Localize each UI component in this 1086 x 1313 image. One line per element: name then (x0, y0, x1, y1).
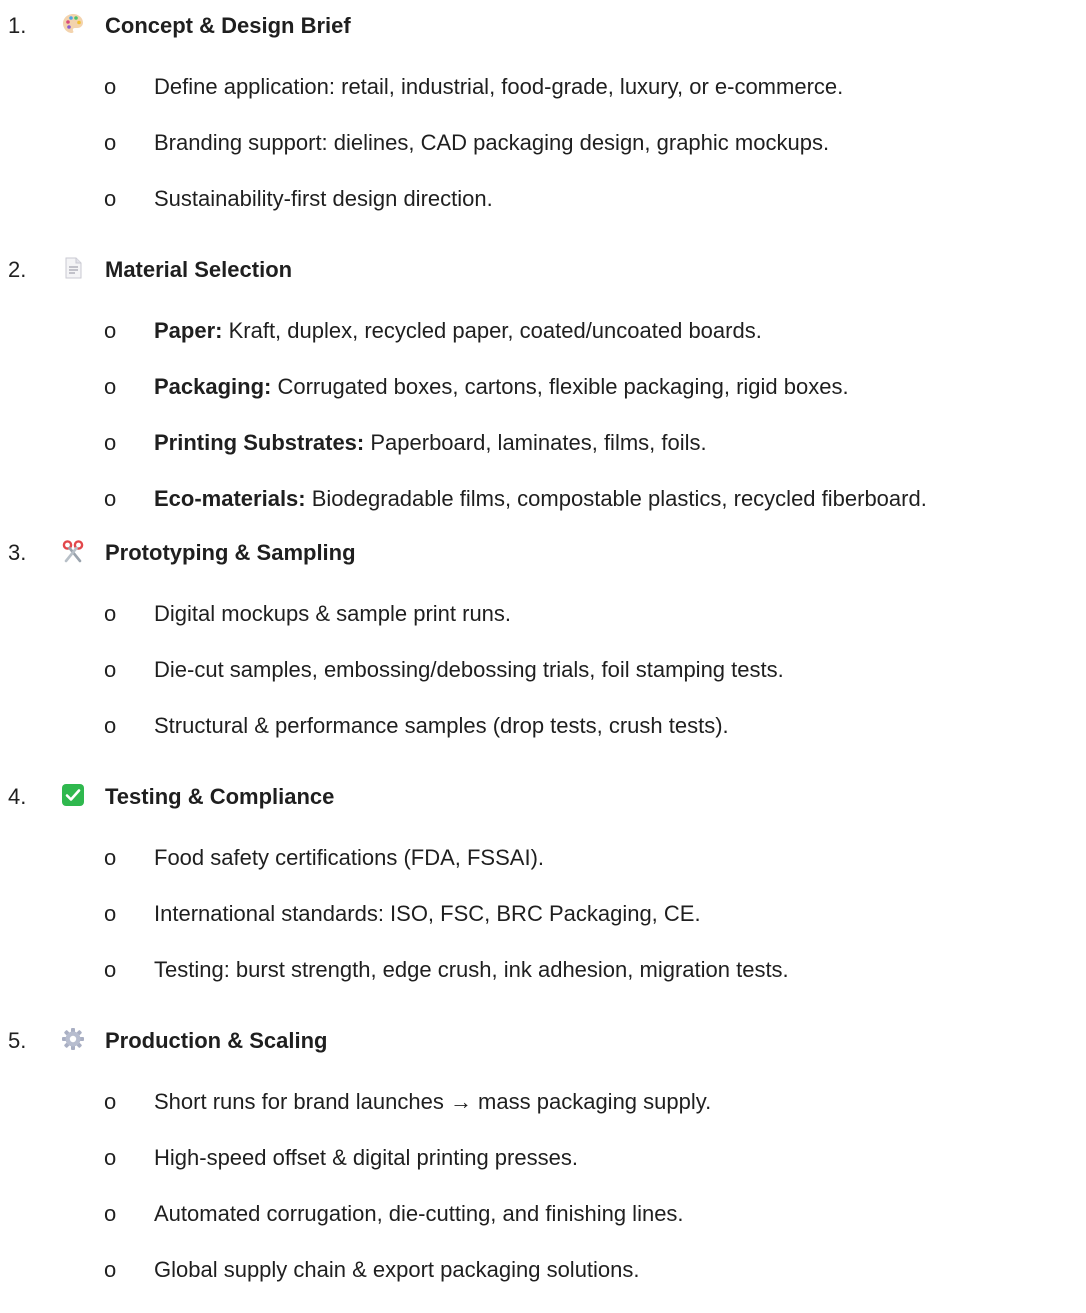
list-item-body: High-speed offset & digital printing pre… (154, 1145, 578, 1170)
list-item: o Branding support: dielines, CAD packagi… (0, 121, 1086, 161)
list-item-text: Sustainability-first design direction. (154, 186, 493, 212)
section-heading: 5. Production & Scaling (0, 1019, 1086, 1059)
list-item-body: Biodegradable films, compostable plastic… (305, 486, 927, 511)
bullet-marker: o (104, 430, 117, 455)
list-item-text: Global supply chain & export packaging s… (154, 1257, 640, 1283)
bullet-marker: o (104, 486, 117, 511)
bullet-marker: o (104, 74, 117, 99)
bullet-marker: o (104, 318, 117, 343)
list-item-body: Automated corrugation, die-cutting, and … (154, 1201, 684, 1226)
section-title: Production & Scaling (105, 1028, 328, 1053)
list-item: o Packaging: Corrugated boxes, cartons, f… (0, 365, 1086, 405)
list-item: o Global supply chain & export packaging … (0, 1248, 1086, 1288)
bullet-marker: o (104, 1201, 117, 1226)
list-item-label: Paper: (154, 318, 223, 343)
list-item-body: Testing: burst strength, edge crush, ink… (154, 957, 789, 982)
list-item: o Structural & performance samples (drop … (0, 704, 1086, 744)
list-item: o Paper: Kraft, duplex, recycled paper, c… (0, 309, 1086, 349)
list-item: o Testing: burst strength, edge crush, in… (0, 948, 1086, 988)
list-item-body: Die-cut samples, embossing/debossing tri… (154, 657, 784, 682)
section-title: Concept & Design Brief (105, 13, 351, 38)
list-item-body: International standards: ISO, FSC, BRC P… (154, 901, 701, 926)
list-item-text: Short runs for brand launches → mass pac… (154, 1089, 711, 1115)
list-item-text: Branding support: dielines, CAD packagin… (154, 130, 829, 156)
list-item-body: Kraft, duplex, recycled paper, coated/un… (222, 318, 762, 343)
scissors-icon (61, 539, 85, 563)
list-item-body: Food safety certifications (FDA, FSSAI). (154, 845, 545, 870)
palette-icon (61, 12, 85, 36)
list-item-text: Structural & performance samples (drop t… (154, 713, 729, 739)
section-number: 4. (8, 784, 27, 809)
bullet-marker: o (104, 957, 117, 982)
list-item-body: Paperboard, laminates, films, foils. (364, 430, 707, 455)
list-item-body: Digital mockups & sample print runs. (154, 601, 512, 626)
list-item: o Short runs for brand launches → mass pa… (0, 1080, 1086, 1120)
bullet-marker: o (104, 130, 117, 155)
list-item-body: Branding support: dielines, CAD packagin… (154, 130, 830, 155)
list-item-body: Short runs for brand launches → mass pac… (154, 1089, 712, 1114)
list-item: o Die-cut samples, embossing/debossing tr… (0, 648, 1086, 688)
list-item-text: Testing: burst strength, edge crush, ink… (154, 957, 789, 983)
list-item-body: Structural & performance samples (drop t… (154, 713, 729, 738)
bullet-marker: o (104, 713, 117, 738)
list-item-text: Paper: Kraft, duplex, recycled paper, co… (154, 318, 762, 344)
section-number: 5. (8, 1028, 27, 1053)
list-item: o Printing Substrates: Paperboard, lamina… (0, 421, 1086, 461)
list-item-text: Printing Substrates: Paperboard, laminat… (154, 430, 707, 456)
section-number: 2. (8, 257, 27, 282)
list-item: o International standards: ISO, FSC, BRC … (0, 892, 1086, 932)
section-heading: 3. Prototyping & Sampling (0, 531, 1086, 571)
list-item-label: Printing Substrates: (154, 430, 365, 455)
bullet-marker: o (104, 374, 117, 399)
bullet-marker: o (104, 901, 117, 926)
list-item: o Digital mockups & sample print runs. (0, 592, 1086, 632)
list-item: o Food safety certifications (FDA, FSSAI)… (0, 836, 1086, 876)
list-item-text: Automated corrugation, die-cutting, and … (154, 1201, 684, 1227)
list-item-body: Define application: retail, industrial, … (154, 74, 844, 99)
list-item-text: International standards: ISO, FSC, BRC P… (154, 901, 701, 927)
section-title: Prototyping & Sampling (105, 540, 356, 565)
bullet-marker: o (104, 601, 117, 626)
list-item: o Eco-materials: Biodegradable films, com… (0, 477, 1086, 517)
list-item-text: Food safety certifications (FDA, FSSAI). (154, 845, 544, 871)
list-item-label: Packaging: (154, 374, 272, 399)
section-heading: 4. Testing & Compliance (0, 775, 1086, 815)
list-item-text: Digital mockups & sample print runs. (154, 601, 511, 627)
section-number: 1. (8, 13, 27, 38)
bullet-marker: o (104, 845, 117, 870)
list-item-text: Define application: retail, industrial, … (154, 74, 843, 100)
section-number: 3. (8, 540, 27, 565)
list-item-text: High-speed offset & digital printing pre… (154, 1145, 578, 1171)
bullet-marker: o (104, 186, 117, 211)
list-item: o Sustainability-first design direction. (0, 177, 1086, 217)
list-item-label: Eco-materials: (154, 486, 306, 511)
list-item-body: Corrugated boxes, cartons, flexible pack… (271, 374, 849, 399)
bullet-marker: o (104, 1257, 117, 1282)
gear-icon (61, 1027, 85, 1051)
check-mark-icon (61, 783, 85, 807)
bullet-marker: o (104, 1089, 117, 1114)
bullet-marker: o (104, 657, 117, 682)
section-title: Material Selection (105, 257, 293, 282)
section-heading: 1. Concept & Design Brief (0, 4, 1086, 44)
list-item: o Define application: retail, industrial,… (0, 65, 1086, 105)
list-item-body: Global supply chain & export packaging s… (154, 1257, 640, 1282)
list-item-text: Packaging: Corrugated boxes, cartons, fl… (154, 374, 849, 400)
list-item: o Automated corrugation, die-cutting, and… (0, 1192, 1086, 1232)
list-item: o High-speed offset & digital printing pr… (0, 1136, 1086, 1176)
list-item-text: Die-cut samples, embossing/debossing tri… (154, 657, 784, 683)
bullet-marker: o (104, 1145, 117, 1170)
section-heading: 2. Material Selection (0, 248, 1086, 288)
list-item-body: Sustainability-first design direction. (154, 186, 493, 211)
list-item-text: Eco-materials: Biodegradable films, comp… (154, 486, 927, 512)
document-icon (61, 256, 85, 280)
section-title: Testing & Compliance (105, 784, 335, 809)
